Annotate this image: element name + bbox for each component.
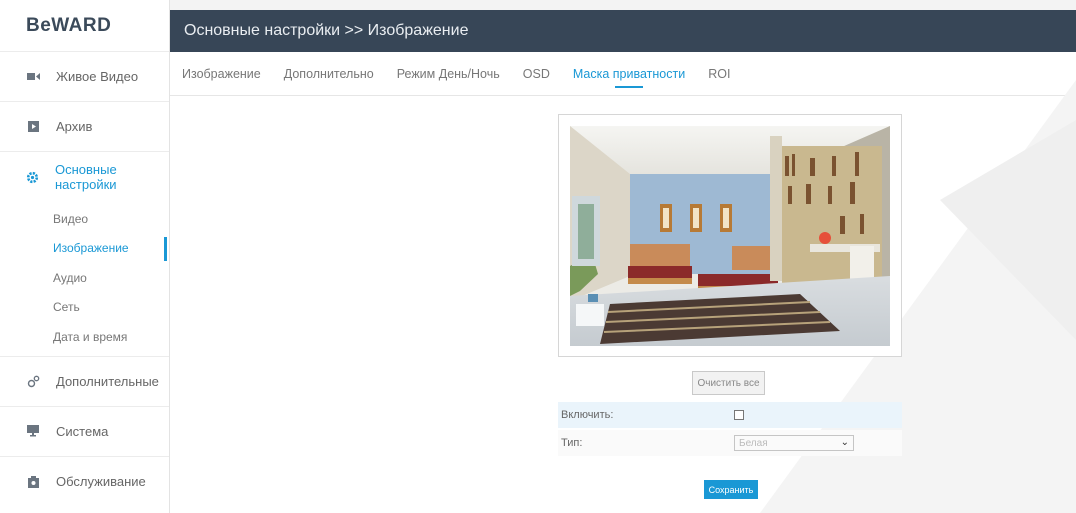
sidebar-item-system[interactable]: Система	[0, 407, 169, 457]
submenu-item-label: Изображение	[53, 241, 129, 256]
submenu-item-label: Аудио	[53, 270, 87, 285]
sidebar-item-archive[interactable]: Архив	[0, 102, 169, 152]
sidebar-item-basic-settings[interactable]: Основные настройки	[0, 152, 169, 202]
submenu-item-datetime[interactable]: Дата и время	[0, 322, 169, 352]
submenu: Видео Изображение Аудио Сеть Дата и врем…	[0, 202, 169, 357]
submenu-item-image[interactable]: Изображение	[0, 234, 169, 264]
submenu-item-network[interactable]: Сеть	[0, 293, 169, 323]
sidebar-item-label: Живое Видео	[56, 69, 139, 84]
logo-text: BeWARD	[26, 14, 112, 36]
mask-type-value: Белая	[739, 437, 768, 449]
sidebar-item-live-video[interactable]: Живое Видео	[0, 52, 169, 102]
sidebar-item-maintenance[interactable]: Обслуживание	[0, 457, 169, 507]
video-camera-icon	[26, 70, 40, 84]
tab-image[interactable]: Изображение	[182, 52, 261, 96]
tab-osd[interactable]: OSD	[523, 52, 550, 96]
chevron-down-icon: ⌄	[840, 437, 849, 448]
sidebar-item-label: Дополнительные	[56, 373, 159, 389]
sidebar-item-label: Архив	[56, 119, 93, 134]
video-preview[interactable]	[570, 126, 890, 346]
type-label: Тип:	[561, 437, 583, 449]
tab-day-night[interactable]: Режим День/Ночь	[397, 52, 500, 96]
save-button[interactable]: Сохранить	[704, 480, 758, 499]
clear-all-button[interactable]: Очистить все	[692, 371, 765, 395]
top-strip	[170, 0, 1076, 10]
submenu-item-label: Дата и время	[53, 329, 128, 344]
gear-icon	[26, 170, 39, 184]
tab-roi[interactable]: ROI	[708, 52, 730, 96]
submenu-item-video[interactable]: Видео	[0, 204, 169, 234]
enable-checkbox[interactable]	[734, 410, 744, 420]
enable-label: Включить:	[561, 409, 614, 421]
room-image	[570, 126, 890, 346]
breadcrumb: Основные настройки >> Изображение	[184, 22, 469, 39]
submenu-item-audio[interactable]: Аудио	[0, 263, 169, 293]
tab-additional[interactable]: Дополнительно	[284, 52, 374, 96]
sidebar-item-label: Обслуживание	[56, 474, 146, 489]
sidebar-item-label: Система	[56, 423, 109, 439]
archive-icon	[26, 120, 40, 134]
tab-bar: Изображение Дополнительно Режим День/Ноч…	[170, 52, 1076, 96]
monitor-icon	[26, 424, 40, 438]
sidebar: BeWARD Живое Видео Архив Основные настро…	[0, 0, 170, 513]
sidebar-item-advanced[interactable]: Дополнительные	[0, 357, 169, 407]
video-preview-frame	[558, 114, 902, 357]
mask-type-select[interactable]: Белая ⌄	[734, 435, 854, 451]
gears-icon	[26, 374, 40, 388]
enable-row: Включить:	[558, 402, 902, 428]
brand-logo: BeWARD	[0, 0, 169, 52]
page-header: Основные настройки >> Изображение	[170, 10, 1076, 52]
tab-privacy-mask[interactable]: Маска приватности	[573, 52, 685, 96]
submenu-item-label: Видео	[53, 211, 89, 226]
maintenance-icon	[26, 475, 40, 489]
submenu-item-label: Сеть	[53, 300, 80, 315]
sidebar-item-label: Основные настройки	[55, 162, 117, 192]
type-row: Тип: Белая ⌄	[558, 430, 902, 456]
